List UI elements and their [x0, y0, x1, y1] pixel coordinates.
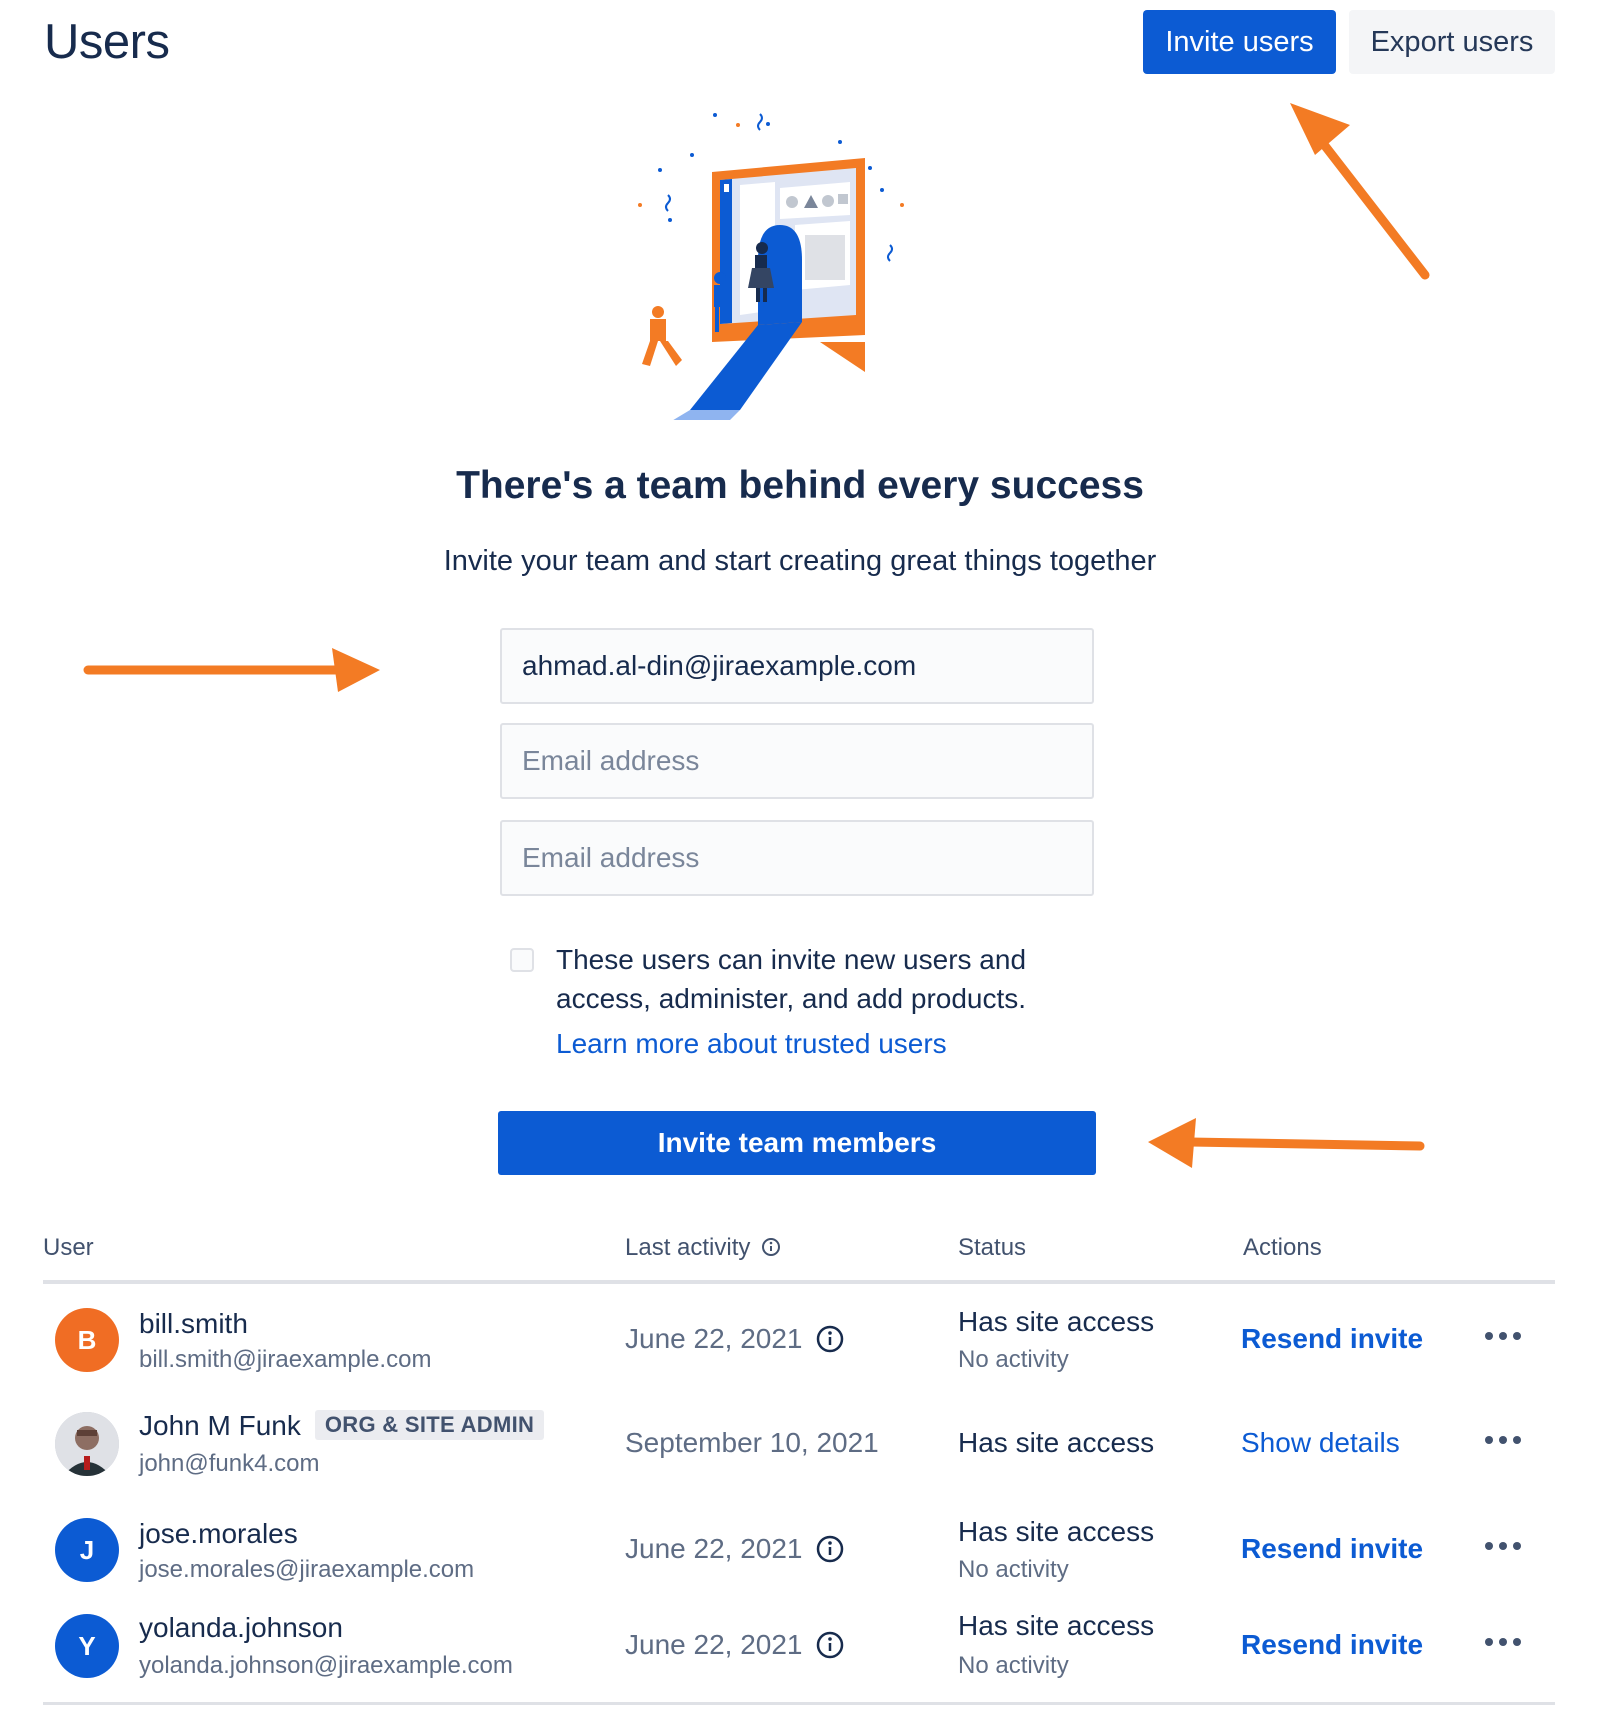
show-details-link[interactable]: Show details — [1241, 1427, 1400, 1459]
user-email: yolanda.johnson@jiraexample.com — [139, 1652, 513, 1679]
table-row: Y yolanda.johnson yolanda.johnson@jiraex… — [43, 1596, 1555, 1696]
status-text: Has site access — [958, 1516, 1155, 1547]
column-header-user: User — [43, 1234, 94, 1261]
email-field-2[interactable] — [500, 723, 1094, 799]
annotation-arrow-invite-team — [1148, 1118, 1425, 1168]
avatar — [55, 1412, 119, 1476]
status-subtext: No activity — [958, 1346, 1069, 1373]
org-site-admin-badge: ORG & SITE ADMIN — [314, 1410, 545, 1440]
info-icon[interactable] — [815, 1324, 845, 1354]
invite-users-button[interactable]: Invite users — [1143, 10, 1336, 74]
avatar: Y — [55, 1614, 119, 1678]
last-activity: September 10, 2021 — [625, 1427, 879, 1459]
last-activity-date: June 22, 2021 — [625, 1533, 803, 1564]
column-header-actions: Actions — [1243, 1234, 1322, 1261]
hero-subheading: Invite your team and start creating grea… — [443, 545, 1157, 577]
resend-invite-link[interactable]: Resend invite — [1241, 1323, 1423, 1355]
info-icon[interactable] — [815, 1630, 845, 1660]
column-header-last-activity: Last activity — [625, 1234, 781, 1262]
last-activity-date: June 22, 2021 — [625, 1629, 803, 1660]
more-actions-icon[interactable] — [1483, 1632, 1527, 1652]
last-activity: June 22, 2021 — [625, 1323, 845, 1355]
avatar: B — [55, 1308, 119, 1372]
table-header-divider — [43, 1280, 1555, 1284]
more-actions-icon[interactable] — [1483, 1536, 1527, 1556]
info-icon[interactable] — [761, 1237, 781, 1257]
table-row: B bill.smith bill.smith@jiraexample.com … — [43, 1290, 1555, 1390]
trusted-users-label: These users can invite new users and acc… — [556, 944, 1027, 1014]
page-title: Users — [44, 15, 170, 69]
email-field-3[interactable] — [500, 820, 1094, 896]
user-name[interactable]: John M Funk — [139, 1410, 301, 1441]
resend-invite-link[interactable]: Resend invite — [1241, 1629, 1423, 1661]
last-activity-date: September 10, 2021 — [625, 1427, 879, 1458]
user-email: john@funk4.com — [139, 1450, 320, 1477]
avatar: J — [55, 1518, 119, 1582]
user-name[interactable]: jose.morales — [139, 1518, 298, 1550]
last-activity: June 22, 2021 — [625, 1629, 845, 1661]
hero-heading: There's a team behind every success — [456, 464, 1144, 507]
learn-more-link[interactable]: Learn more about trusted users — [556, 1028, 947, 1060]
email-field-1[interactable] — [500, 628, 1094, 704]
user-email: jose.morales@jiraexample.com — [139, 1556, 475, 1583]
annotation-arrow-invite-users — [1290, 103, 1430, 280]
table-row: J jose.morales jose.morales@jiraexample.… — [43, 1500, 1555, 1600]
user-photo-icon — [55, 1412, 119, 1476]
invite-team-members-button[interactable]: Invite team members — [498, 1111, 1096, 1175]
status-subtext: No activity — [958, 1652, 1069, 1679]
last-activity: June 22, 2021 — [625, 1533, 845, 1565]
team-illustration — [638, 113, 904, 420]
annotation-arrow-email-field — [83, 648, 380, 692]
user-name[interactable]: yolanda.johnson — [139, 1612, 343, 1644]
export-users-button[interactable]: Export users — [1349, 10, 1555, 74]
last-activity-date: June 22, 2021 — [625, 1323, 803, 1354]
user-name-line: John M Funk ORG & SITE ADMIN — [139, 1410, 545, 1442]
status-text: Has site access — [958, 1610, 1155, 1641]
table-row: John M Funk ORG & SITE ADMIN john@funk4.c… — [43, 1394, 1555, 1494]
column-header-last-activity-label: Last activity — [625, 1234, 751, 1261]
user-email: bill.smith@jiraexample.com — [139, 1346, 432, 1373]
more-actions-icon[interactable] — [1483, 1326, 1527, 1346]
info-icon[interactable] — [815, 1534, 845, 1564]
column-header-status: Status — [958, 1234, 1027, 1261]
status-text: Has site access — [958, 1427, 1155, 1458]
trusted-users-checkbox[interactable] — [510, 948, 534, 972]
resend-invite-link[interactable]: Resend invite — [1241, 1533, 1423, 1565]
user-name[interactable]: bill.smith — [139, 1308, 248, 1340]
status-subtext: No activity — [958, 1556, 1069, 1583]
more-actions-icon[interactable] — [1483, 1430, 1527, 1450]
table-bottom-divider — [43, 1702, 1555, 1705]
status-text: Has site access — [958, 1306, 1155, 1337]
